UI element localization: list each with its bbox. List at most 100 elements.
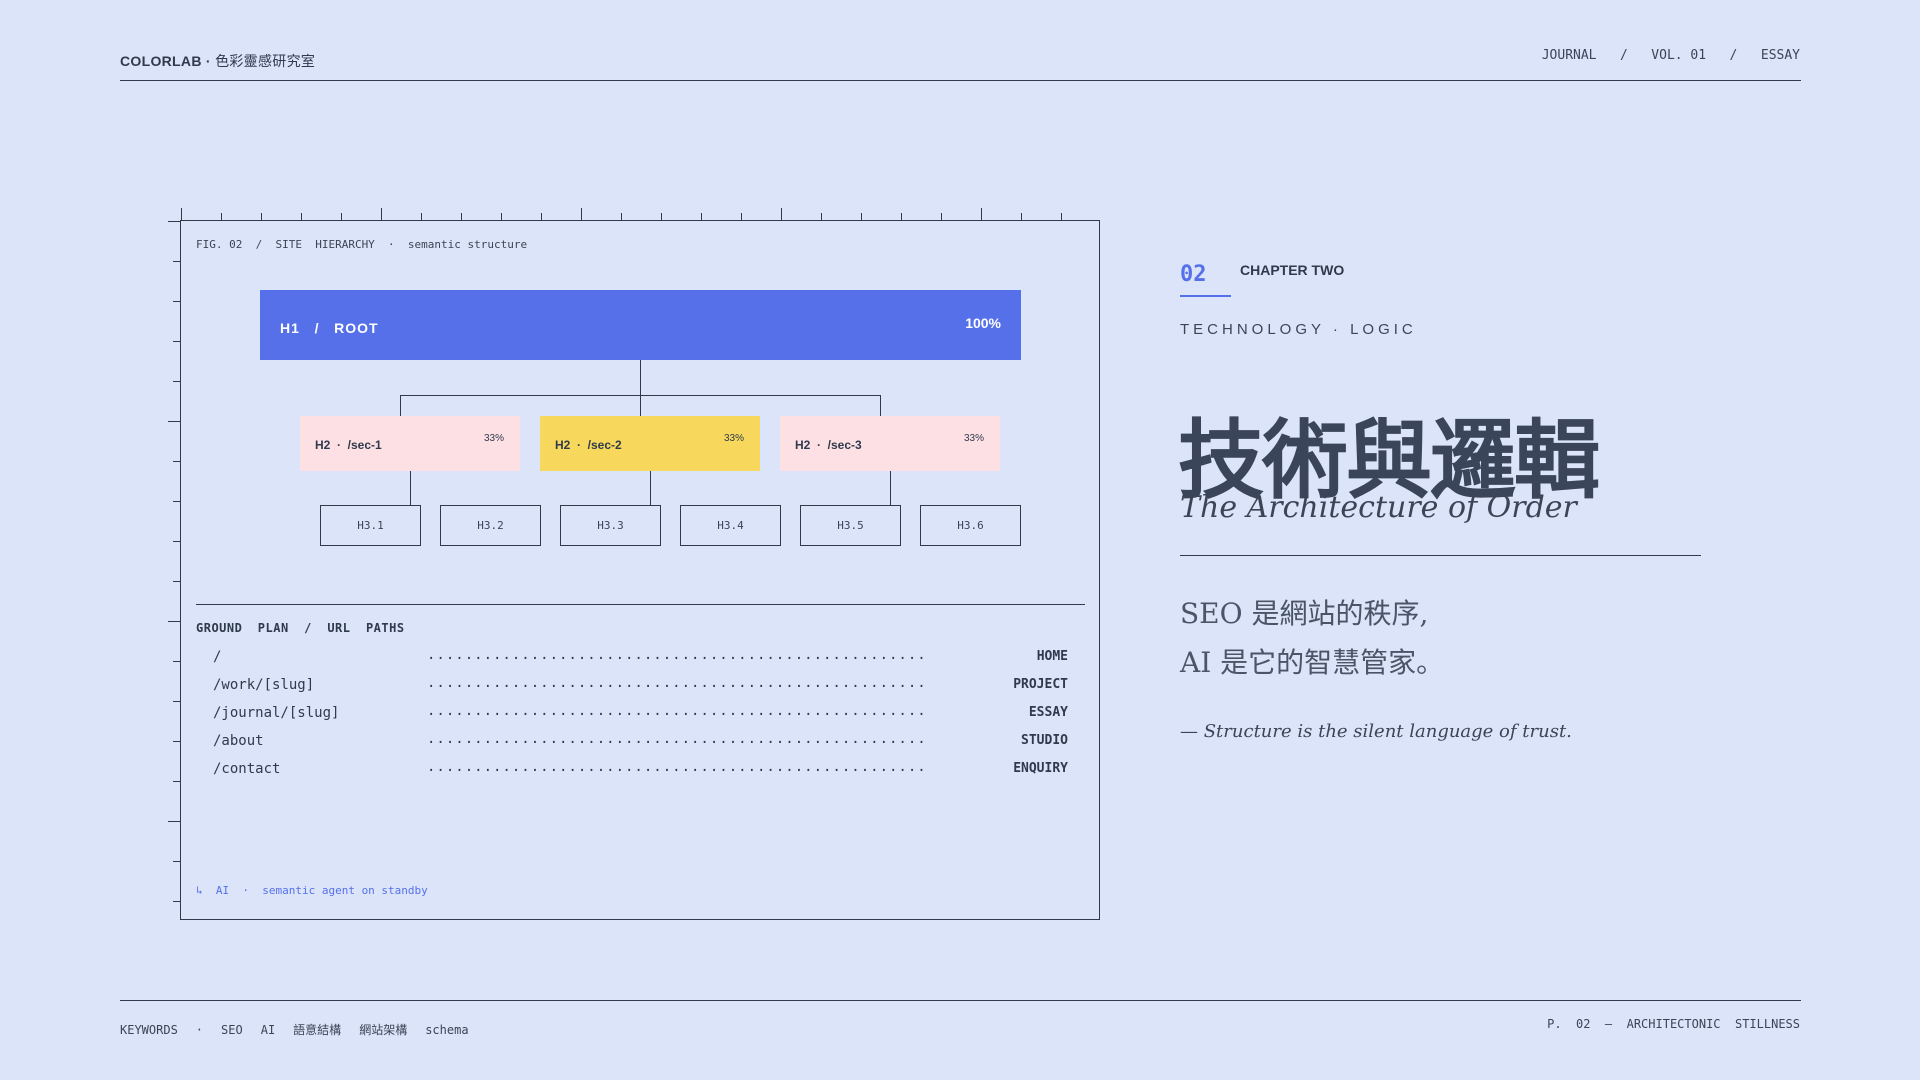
ruler-tick bbox=[1061, 213, 1062, 220]
h2-label: H2 · /sec-1 bbox=[315, 438, 382, 452]
ruler-tick bbox=[173, 901, 180, 902]
brand-subtitle: 色彩靈感研究室 bbox=[215, 53, 316, 69]
ruler-tick bbox=[173, 501, 180, 502]
ruler-tick bbox=[173, 541, 180, 542]
ruler-tick bbox=[461, 213, 462, 220]
url-path: / bbox=[213, 649, 222, 665]
lead-line-2: AI 是它的智慧管家。 bbox=[1180, 646, 1445, 679]
ruler-tick bbox=[261, 213, 262, 220]
pull-quote: — Structure is the silent language of tr… bbox=[1180, 721, 1572, 742]
url-path-row: /about .................................… bbox=[213, 731, 1068, 755]
keyword-tag: 網站架構 bbox=[359, 1023, 408, 1037]
ruler-tick bbox=[741, 213, 742, 220]
leader-dots: ........................................… bbox=[427, 675, 927, 691]
ruler-tick bbox=[168, 221, 180, 222]
connector-root-trunk bbox=[640, 360, 641, 395]
h2-node-sec-3: H2 · /sec-3 33% bbox=[780, 416, 1000, 471]
header-divider bbox=[120, 80, 1801, 81]
ruler-tick bbox=[701, 213, 702, 220]
leader-dots: ........................................… bbox=[427, 731, 927, 747]
url-destination: PROJECT bbox=[1013, 677, 1068, 692]
ruler-tick bbox=[221, 213, 222, 220]
ruler-left bbox=[166, 220, 180, 920]
connector-h2-3 bbox=[880, 395, 881, 416]
brand-name: COLORLAB bbox=[120, 53, 202, 69]
keywords-label: KEYWORDS bbox=[120, 1023, 178, 1037]
ruler-tick bbox=[173, 781, 180, 782]
ruler-tick bbox=[173, 861, 180, 862]
h1-label: H1 / ROOT bbox=[280, 320, 379, 336]
ruler-tick bbox=[173, 581, 180, 582]
h2-percent: 33% bbox=[963, 433, 984, 444]
h2-label: H2 · /sec-3 bbox=[795, 438, 862, 452]
connector-h2-1 bbox=[400, 395, 401, 416]
leader-dots: ........................................… bbox=[427, 647, 927, 663]
ruler-tick bbox=[173, 301, 180, 302]
h2-percent: 33% bbox=[483, 433, 504, 444]
ruler-tick bbox=[173, 381, 180, 382]
brand: COLORLAB · 色彩靈感研究室 bbox=[120, 51, 315, 71]
ai-status-line: ↳ AI · semantic agent on standby bbox=[196, 884, 428, 897]
url-path: /journal/[slug] bbox=[213, 705, 340, 721]
issue-meta: JOURNAL / VOL. 01 / ESSAY bbox=[1541, 48, 1800, 63]
title-divider bbox=[1180, 555, 1701, 556]
url-destination: ESSAY bbox=[1028, 705, 1068, 720]
h2-label: H2 · /sec-2 bbox=[555, 438, 622, 452]
brand-separator: · bbox=[201, 53, 216, 69]
h3-node: H3.5 bbox=[800, 505, 901, 546]
url-path-row: /work/[slug] ...........................… bbox=[213, 675, 1068, 699]
page-meta: P. 02 — ARCHITECTONIC STILLNESS bbox=[1547, 1017, 1800, 1031]
url-path-row: /journal/[slug] ........................… bbox=[213, 703, 1068, 727]
chapter-label: CHAPTER TWO bbox=[1240, 262, 1345, 278]
ruler-tick bbox=[901, 213, 902, 220]
h2-node-sec-2: H2 · /sec-2 33% bbox=[540, 416, 760, 471]
ruler-tick bbox=[173, 661, 180, 662]
ruler-tick bbox=[173, 261, 180, 262]
connector-h3-2 bbox=[650, 471, 651, 505]
url-path: /contact bbox=[213, 761, 281, 777]
url-path-row: /contact ...............................… bbox=[213, 759, 1068, 783]
ruler-tick bbox=[861, 213, 862, 220]
h3-node: H3.2 bbox=[440, 505, 541, 546]
keyword-tag: schema bbox=[425, 1023, 469, 1037]
connector-h3-1 bbox=[410, 471, 411, 505]
chapter-number: 02 bbox=[1180, 262, 1207, 287]
leader-dots: ........................................… bbox=[427, 703, 927, 719]
h1-percent: 100% bbox=[965, 315, 1001, 331]
ruler-tick bbox=[501, 213, 502, 220]
figure-caption: FIG. 02 / SITE HIERARCHY · semantic stru… bbox=[196, 238, 528, 251]
url-path-row: / ......................................… bbox=[213, 647, 1068, 671]
ruler-tick bbox=[981, 208, 982, 220]
connector-h2-2 bbox=[640, 395, 641, 416]
ruler-tick bbox=[173, 341, 180, 342]
ruler-tick bbox=[821, 213, 822, 220]
ruler-tick bbox=[661, 213, 662, 220]
url-path: /work/[slug] bbox=[213, 677, 315, 693]
footer-divider bbox=[120, 1000, 1801, 1001]
ruler-top bbox=[180, 206, 1100, 220]
leader-dots: ........................................… bbox=[427, 759, 927, 775]
ruler-tick bbox=[781, 208, 782, 220]
keywords-separator: · bbox=[195, 1023, 204, 1037]
h2-percent: 33% bbox=[723, 433, 744, 444]
ruler-tick bbox=[541, 213, 542, 220]
ruler-tick bbox=[621, 213, 622, 220]
h1-root-node: H1 / ROOT 100% bbox=[260, 290, 1021, 360]
ruler-tick bbox=[168, 421, 180, 422]
h3-node: H3.1 bbox=[320, 505, 421, 546]
keyword-list: KEYWORDS · SEO AI 語意結構 網站架構 schema bbox=[120, 1021, 487, 1038]
h2-node-sec-1: H2 · /sec-1 33% bbox=[300, 416, 520, 471]
ruler-tick bbox=[301, 213, 302, 220]
ruler-tick bbox=[581, 208, 582, 220]
keyword-tag: 語意結構 bbox=[293, 1023, 342, 1037]
ruler-tick bbox=[168, 821, 180, 822]
ground-plan-title: GROUND PLAN / URL PATHS bbox=[196, 621, 405, 635]
url-path: /about bbox=[213, 733, 264, 749]
chapter-number-underline bbox=[1180, 295, 1231, 297]
site-hierarchy-figure: FIG. 02 / SITE HIERARCHY · semantic stru… bbox=[180, 220, 1100, 920]
url-destination: STUDIO bbox=[1021, 733, 1068, 748]
keyword-tag: AI bbox=[260, 1023, 276, 1037]
chapter-kicker: TECHNOLOGY · LOGIC bbox=[1180, 321, 1417, 338]
connector-h3-3 bbox=[890, 471, 891, 505]
h3-node: H3.3 bbox=[560, 505, 661, 546]
